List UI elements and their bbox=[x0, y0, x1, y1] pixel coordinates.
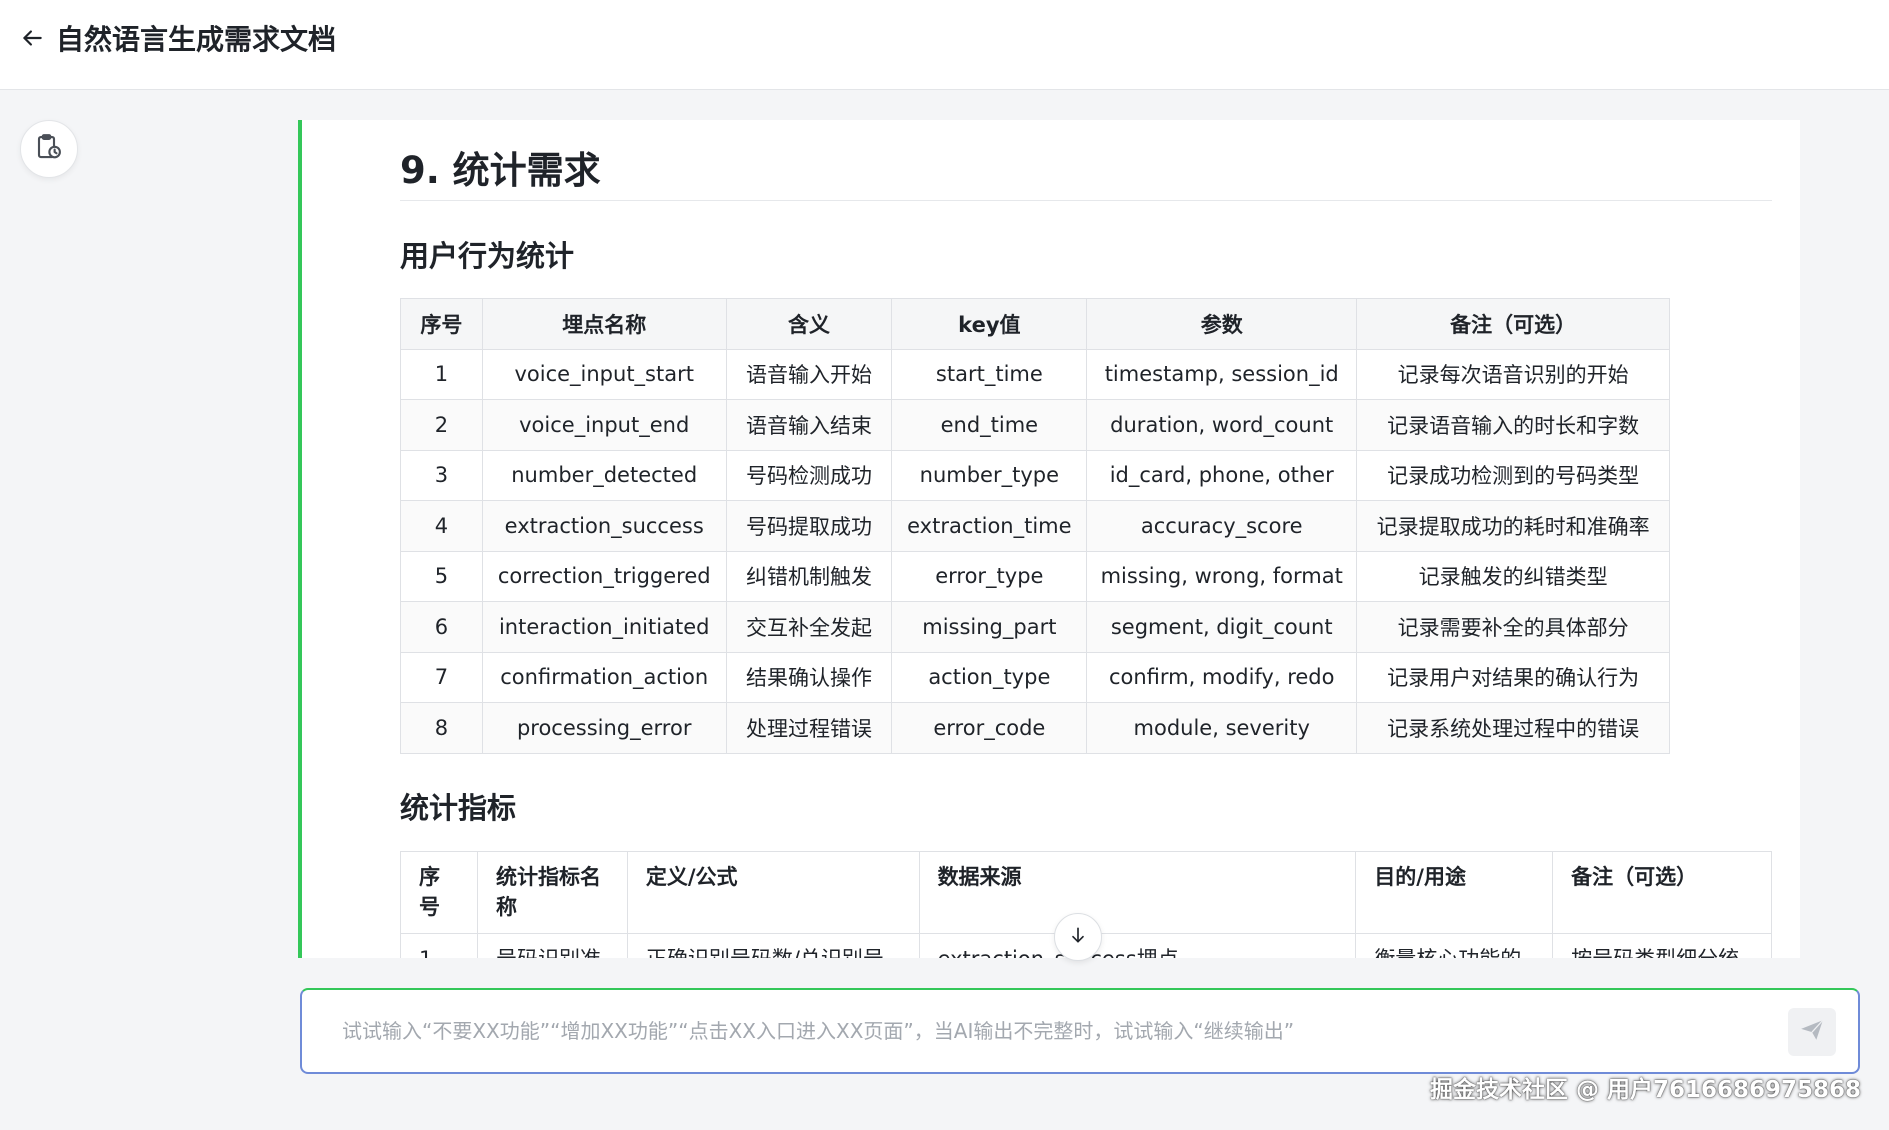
behavior-table: 序号 埋点名称 含义 key值 参数 备注（可选） 1 voice_input_… bbox=[400, 298, 1670, 754]
table-cell: confirmation_action bbox=[481, 651, 727, 703]
column-header: 埋点名称 bbox=[481, 298, 727, 350]
table-row: 4 extraction_success 号码提取成功 extraction_t… bbox=[400, 500, 1670, 552]
watermark-text: 掘金技术社区 @ 用户7616686975868 bbox=[1429, 1077, 1861, 1103]
section-title: 9. 统计需求 bbox=[400, 149, 601, 192]
table-row: 2 voice_input_end 语音输入结束 end_time durati… bbox=[400, 399, 1670, 451]
table-cell: 记录用户对结果的确认行为 bbox=[1356, 651, 1670, 703]
table-cell: 结果确认操作 bbox=[725, 651, 893, 703]
column-header: 数据来源 bbox=[918, 851, 1357, 934]
table-cell: confirm, modify, redo bbox=[1086, 651, 1358, 703]
table-cell: 1 bbox=[400, 348, 483, 400]
table-cell: 记录需要补全的具体部分 bbox=[1356, 601, 1670, 653]
table-cell: voice_input_start bbox=[481, 348, 727, 400]
table-cell: 号码识别准 bbox=[476, 933, 628, 958]
column-header: 序号 bbox=[400, 851, 478, 934]
table-cell: 4 bbox=[400, 500, 483, 552]
top-header: 自然语言生成需求文档 bbox=[0, 0, 1889, 90]
table-cell: 语音输入结束 bbox=[725, 399, 893, 451]
table-cell: 正确识别号码数/总识别号 bbox=[626, 933, 920, 958]
table-cell: end_time bbox=[891, 399, 1088, 451]
table-cell: 3 bbox=[400, 449, 483, 501]
table-cell: id_card, phone, other bbox=[1086, 449, 1358, 501]
table-cell: 号码提取成功 bbox=[725, 500, 893, 552]
column-header: 备注（可选） bbox=[1552, 851, 1772, 934]
table-cell: 号码检测成功 bbox=[725, 449, 893, 501]
column-header: 序号 bbox=[400, 298, 483, 350]
table-cell: 语音输入开始 bbox=[725, 348, 893, 400]
table-cell: 7 bbox=[400, 651, 483, 703]
send-button[interactable] bbox=[1788, 1008, 1836, 1056]
column-header: 统计指标名称 bbox=[476, 851, 628, 934]
table-cell: extraction_success bbox=[481, 500, 727, 552]
table-cell: 1 bbox=[400, 933, 478, 958]
table-cell: extraction_time bbox=[891, 500, 1088, 552]
clipboard-clock-icon bbox=[34, 132, 64, 166]
table-cell: extraction_success埋点 bbox=[918, 933, 1357, 958]
table-cell: missing, wrong, format bbox=[1086, 550, 1358, 602]
column-header: 目的/用途 bbox=[1355, 851, 1554, 934]
table-cell: 处理过程错误 bbox=[725, 702, 893, 754]
table-row: 6 interaction_initiated 交互补全发起 missing_p… bbox=[400, 601, 1670, 653]
column-header: 定义/公式 bbox=[626, 851, 920, 934]
table-cell: number_detected bbox=[481, 449, 727, 501]
table-cell: module, severity bbox=[1086, 702, 1358, 754]
metrics-heading: 统计指标 bbox=[400, 791, 517, 825]
prompt-input-container bbox=[300, 988, 1860, 1074]
table-header-row: 序号 埋点名称 含义 key值 参数 备注（可选） bbox=[400, 298, 1670, 350]
column-header: 含义 bbox=[725, 298, 893, 350]
table-cell: 记录触发的纠错类型 bbox=[1356, 550, 1670, 602]
column-header: key值 bbox=[891, 298, 1088, 350]
column-header: 备注（可选） bbox=[1356, 298, 1670, 350]
table-row: 1 voice_input_start 语音输入开始 start_time ti… bbox=[400, 348, 1670, 400]
table-cell: error_code bbox=[891, 702, 1088, 754]
table-cell: number_type bbox=[891, 449, 1088, 501]
paper-plane-icon bbox=[1799, 1017, 1825, 1047]
column-header: 参数 bbox=[1086, 298, 1358, 350]
document-panel: 9. 统计需求 用户行为统计 序号 埋点名称 含义 key值 参数 备注（可选） bbox=[298, 120, 1800, 958]
history-button[interactable] bbox=[20, 120, 78, 178]
table-cell: 记录系统处理过程中的错误 bbox=[1356, 702, 1670, 754]
table-cell: duration, word_count bbox=[1086, 399, 1358, 451]
table-row: 5 correction_triggered 纠错机制触发 error_type… bbox=[400, 550, 1670, 602]
arrow-down-icon bbox=[1068, 925, 1088, 949]
table-cell: segment, digit_count bbox=[1086, 601, 1358, 653]
section-divider bbox=[400, 200, 1772, 201]
table-cell: 6 bbox=[400, 601, 483, 653]
table-row: 3 number_detected 号码检测成功 number_type id_… bbox=[400, 449, 1670, 501]
table-cell: voice_input_end bbox=[481, 399, 727, 451]
table-cell: 2 bbox=[400, 399, 483, 451]
table-cell: 5 bbox=[400, 550, 483, 602]
table-cell: 记录语音输入的时长和字数 bbox=[1356, 399, 1670, 451]
arrow-left-icon bbox=[19, 25, 45, 55]
table-cell: error_type bbox=[891, 550, 1088, 602]
table-cell: 记录提取成功的耗时和准确率 bbox=[1356, 500, 1670, 552]
table-cell: action_type bbox=[891, 651, 1088, 703]
table-cell: missing_part bbox=[891, 601, 1088, 653]
table-cell: 记录每次语音识别的开始 bbox=[1356, 348, 1670, 400]
table-cell: timestamp, session_id bbox=[1086, 348, 1358, 400]
table-cell: 交互补全发起 bbox=[725, 601, 893, 653]
table-cell: start_time bbox=[891, 348, 1088, 400]
table-cell: processing_error bbox=[481, 702, 727, 754]
back-button[interactable] bbox=[14, 22, 50, 58]
table-cell: 衡量核心功能的 bbox=[1355, 933, 1554, 958]
table-cell: 纠错机制触发 bbox=[725, 550, 893, 602]
page-title: 自然语言生成需求文档 bbox=[56, 23, 337, 56]
table-row: 7 confirmation_action 结果确认操作 action_type… bbox=[400, 651, 1670, 703]
prompt-input[interactable] bbox=[342, 1010, 1722, 1052]
scroll-to-bottom-button[interactable] bbox=[1054, 913, 1102, 961]
table-cell: accuracy_score bbox=[1086, 500, 1358, 552]
table-cell: correction_triggered bbox=[481, 550, 727, 602]
behavior-heading: 用户行为统计 bbox=[400, 239, 575, 273]
table-row: 8 processing_error 处理过程错误 error_code mod… bbox=[400, 702, 1670, 754]
table-cell: 8 bbox=[400, 702, 483, 754]
table-cell: 按号码类型细分统 bbox=[1552, 933, 1772, 958]
table-cell: 记录成功检测到的号码类型 bbox=[1356, 449, 1670, 501]
table-cell: interaction_initiated bbox=[481, 601, 727, 653]
